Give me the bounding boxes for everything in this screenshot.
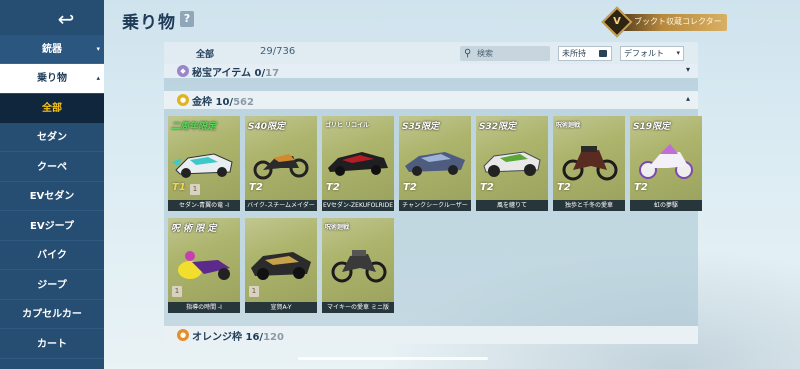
vehicle-name: 宣賀A-Y xyxy=(245,302,317,313)
vehicle-image xyxy=(178,251,230,280)
search-icon: ⚲ xyxy=(464,48,472,59)
vehicle-card[interactable]: S19限定 T2 虹の夢駆 xyxy=(630,116,702,211)
vehicle-tag: 呪術廻戦 xyxy=(556,122,581,129)
back-arrow-icon[interactable]: ↩ xyxy=(44,8,88,30)
search-input[interactable]: ⚲ 検索 xyxy=(460,46,550,61)
vehicle-tag: ゴリヒ リコイル xyxy=(325,122,370,129)
vehicle-tag: 呪術廻戦 xyxy=(325,224,350,231)
vehicle-tag: S40限定 xyxy=(248,122,286,132)
vehicle-tier: T2 xyxy=(249,182,263,193)
sort-dropdown-label: デフォルト xyxy=(624,49,664,58)
vehicle-name: 虹の夢駆 xyxy=(630,200,702,211)
gold-frame-icon: ● xyxy=(177,94,189,106)
vehicle-card[interactable]: S40限定 T2 バイク-スチームメイダー xyxy=(245,116,317,211)
category-title: 秘宝アイテム 0/17 xyxy=(192,68,280,79)
filter-all-label: 全部 xyxy=(196,50,215,60)
vehicle-image xyxy=(172,153,233,178)
vehicle-image xyxy=(639,144,693,179)
category-header-treasure[interactable]: ◆ 秘宝アイテム 0/17 ▾ xyxy=(164,64,698,79)
collector-emblem-icon: V xyxy=(601,6,633,38)
sidebar-item-all[interactable]: 全部 xyxy=(0,94,104,123)
vehicle-tier: T1 xyxy=(172,182,186,193)
vehicle-card[interactable]: 二周年限定 T1 1 セダン-青翼の竜 -I xyxy=(168,116,240,211)
category-title: オレンジ枠 16/120 xyxy=(192,332,284,343)
unowned-filter-label: 未所持 xyxy=(562,49,586,58)
collector-badge[interactable]: V ブックト収蔵コレクター xyxy=(601,6,727,38)
filter-bar: 全部 29/736 ⚲ 検索 未所持 デフォルト ▾ xyxy=(164,42,698,64)
vehicle-tier: T2 xyxy=(403,182,417,193)
vehicle-card[interactable]: 1 宣賀A-Y xyxy=(245,218,317,313)
sidebar-section-label: 乗り物 xyxy=(37,73,67,84)
sidebar-item-jeep[interactable]: ジープ xyxy=(0,271,104,300)
vehicle-image xyxy=(253,154,309,180)
vehicle-image xyxy=(331,250,387,283)
page-title: 乗り物 xyxy=(122,13,176,33)
vehicle-tier: T2 xyxy=(326,182,340,193)
chevron-up-icon: ▴ xyxy=(685,94,690,103)
vehicle-card[interactable]: 呪術廻戦 T2 独歩と千冬の愛車 xyxy=(553,116,625,211)
chevron-up-icon: ▴ xyxy=(96,74,100,82)
search-placeholder: 検索 xyxy=(477,49,493,58)
checkbox-icon xyxy=(599,50,607,57)
vehicle-card[interactable]: 呪術廻戦 マイキーの愛車 ミニ版 xyxy=(322,218,394,313)
orange-frame-icon: ● xyxy=(177,329,189,341)
sidebar-section-label: 銃器 xyxy=(42,44,62,55)
sidebar-item-capsule-car[interactable]: カプセルカー xyxy=(0,300,104,329)
vehicle-image xyxy=(405,152,465,176)
vehicle-name: マイキーの愛車 ミニ版 xyxy=(322,302,394,313)
chevron-down-icon: ▾ xyxy=(685,65,690,74)
scroll-indicator[interactable] xyxy=(298,357,488,360)
vehicle-name: 風を纏りて xyxy=(476,200,548,211)
collection-count: 29/736 xyxy=(260,46,296,57)
rank-badge-icon: 1 xyxy=(172,286,182,297)
vehicle-tag: S32限定 xyxy=(479,122,517,132)
vehicle-image xyxy=(328,152,388,176)
vehicle-name: バイク-スチームメイダー xyxy=(245,200,317,211)
vehicle-image xyxy=(251,252,311,280)
rank-badge-icon: 1 xyxy=(249,286,259,297)
sidebar-item-bike[interactable]: バイク xyxy=(0,241,104,270)
sidebar: ↩ 銃器 ▾ 乗り物 ▴ 全部 セダン クーペ EVセダン EVジープ バイク … xyxy=(0,0,104,369)
chevron-down-icon: ▾ xyxy=(676,49,680,57)
vehicle-image xyxy=(483,151,541,177)
unowned-filter-toggle[interactable]: 未所持 xyxy=(558,46,612,61)
vehicle-tag: 二周年限定 xyxy=(171,122,217,132)
sidebar-item-coupe[interactable]: クーペ xyxy=(0,153,104,182)
vehicle-collection-panel: 全部 29/736 ⚲ 検索 未所持 デフォルト ▾ ◆ 秘宝アイテム 0/17… xyxy=(164,42,702,344)
sidebar-section-vehicles[interactable]: 乗り物 ▴ xyxy=(0,64,104,93)
sidebar-section-firearms[interactable]: 銃器 ▾ xyxy=(0,35,104,64)
sort-dropdown[interactable]: デフォルト ▾ xyxy=(620,46,684,61)
vehicle-name: チャンクシークルーザー xyxy=(399,200,471,211)
vehicle-tier: T2 xyxy=(480,182,494,193)
vehicle-tag: 呪 術 限 定 xyxy=(171,224,217,234)
vehicle-tier: T2 xyxy=(634,182,648,193)
sidebar-item-sedan[interactable]: セダン xyxy=(0,123,104,152)
vehicle-tag: S19限定 xyxy=(633,122,671,132)
rank-badge-icon: 1 xyxy=(190,184,200,195)
vehicle-name: EVセダン-ZEKUFOLRIDE xyxy=(322,200,394,211)
vehicle-card[interactable]: 呪 術 限 定 1 指導の時間 -I xyxy=(168,218,240,313)
vehicle-image xyxy=(562,146,618,181)
vehicle-tag: S35限定 xyxy=(402,122,440,132)
category-header-orange[interactable]: ● オレンジ枠 16/120 xyxy=(164,326,698,344)
sidebar-item-kart[interactable]: カート xyxy=(0,330,104,359)
vehicle-name: セダン-青翼の竜 -I xyxy=(168,200,240,211)
vehicle-tier: T2 xyxy=(557,182,571,193)
sidebar-item-ev-jeep[interactable]: EVジープ xyxy=(0,212,104,241)
treasure-gem-icon: ◆ xyxy=(177,65,189,77)
vehicle-card[interactable]: S32限定 T2 風を纏りて xyxy=(476,116,548,211)
help-icon[interactable]: ? xyxy=(180,11,194,27)
vehicle-name: 指導の時間 -I xyxy=(168,302,240,313)
vehicle-card[interactable]: ゴリヒ リコイル T2 EVセダン-ZEKUFOLRIDE xyxy=(322,116,394,211)
sidebar-item-ev-sedan[interactable]: EVセダン xyxy=(0,182,104,211)
vehicle-card[interactable]: S35限定 T2 チャンクシークルーザー xyxy=(399,116,471,211)
collector-badge-label: ブックト収蔵コレクター xyxy=(634,17,722,26)
category-header-gold[interactable]: ● 金枠 10/562 ▴ xyxy=(164,91,698,109)
vehicle-name: 独歩と千冬の愛車 xyxy=(553,200,625,211)
chevron-down-icon: ▾ xyxy=(96,45,100,53)
category-title: 金枠 10/562 xyxy=(192,97,254,108)
